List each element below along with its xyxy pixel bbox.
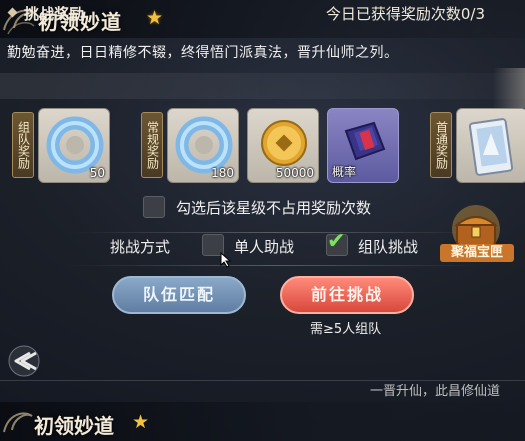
reward-count-text: 今日已获得奖励次数0/3	[325, 5, 485, 23]
team-size-requirement: 需≥5人组队	[310, 322, 382, 337]
reward-item-scroll-bag[interactable]: 概率	[327, 108, 399, 183]
bottom-description-snippet: 一晋升仙，此昌修仙道	[370, 384, 501, 399]
first-clear-reward-tag: 首通奖励	[430, 112, 452, 178]
item-quantity: 180	[211, 166, 234, 180]
solo-assist-label: 单人助战	[234, 238, 295, 256]
next-quest-title: 初领妙道	[34, 414, 114, 438]
team-challenge-label: 组队挑战	[358, 238, 419, 256]
card-pack-icon	[468, 118, 514, 176]
divider-bottom	[70, 265, 480, 266]
checkmark-icon: ✔	[327, 229, 346, 254]
item-quantity: 50	[89, 166, 105, 180]
team-reward-tag: 组队奖励	[12, 112, 34, 178]
cloud-swirl-icon	[3, 412, 33, 433]
team-challenge-checkbox[interactable]: ✔	[326, 229, 348, 256]
reward-item-card-pack[interactable]	[456, 108, 525, 183]
rewards-section-header	[0, 73, 525, 99]
team-match-button[interactable]: 队伍匹配	[112, 276, 246, 314]
reward-item-jade-ring-team[interactable]: 50	[38, 108, 110, 183]
reward-item-jade-ring-regular[interactable]: 180	[167, 108, 239, 183]
mouse-cursor-icon	[220, 252, 232, 268]
star-icon: ★	[132, 411, 150, 433]
no-reward-count-label: 勾选后该星级不占用奖励次数	[176, 199, 372, 217]
back-arrow-icon[interactable]	[6, 345, 50, 377]
star-icon: ★	[146, 7, 164, 29]
go-challenge-button[interactable]: 前往挑战	[280, 276, 414, 314]
reward-item-gold-coin[interactable]: 50000	[247, 108, 319, 183]
treasure-chest-label[interactable]: 聚福宝匣	[440, 244, 514, 262]
divider-top	[70, 232, 480, 233]
item-quantity: 50000	[275, 166, 314, 180]
rewards-section-label: 挑战奖励	[24, 5, 85, 23]
no-reward-count-checkbox[interactable]	[143, 196, 165, 218]
challenge-mode-label: 挑战方式	[110, 238, 171, 256]
section-side-decoration	[493, 68, 525, 108]
regular-reward-tag: 常规奖励	[141, 112, 163, 178]
quest-description: 勤勉奋进，日日精修不辍，终得悟门派真法，晋升仙师之列。	[7, 45, 399, 61]
item-quantity: 概率	[332, 165, 357, 179]
